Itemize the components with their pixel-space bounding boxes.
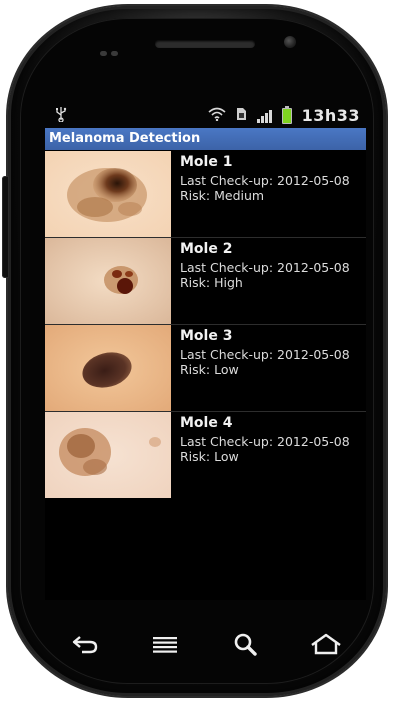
status-bar: 13h33 (45, 104, 366, 128)
mole-list: Mole 1 Last Check-up: 2012-05-08 Risk: M… (45, 151, 366, 498)
status-time: 13h33 (301, 106, 360, 125)
search-button[interactable] (224, 624, 268, 664)
mole-risk: Risk: Medium (180, 188, 265, 203)
home-icon (311, 633, 341, 655)
earpiece-speaker (155, 40, 255, 48)
mole-name: Mole 1 (180, 154, 233, 170)
mole-list-item-4[interactable]: Mole 4 Last Check-up: 2012-05-08 Risk: L… (45, 412, 366, 498)
mole-checkup: Last Check-up: 2012-05-08 (180, 260, 350, 275)
mole-name: Mole 3 (180, 328, 233, 344)
mole-checkup: Last Check-up: 2012-05-08 (180, 347, 350, 362)
mole-name: Mole 4 (180, 415, 233, 431)
menu-button[interactable] (143, 624, 187, 664)
mole-checkup: Last Check-up: 2012-05-08 (180, 173, 350, 188)
volume-button (2, 176, 9, 278)
mole-list-item-1[interactable]: Mole 1 Last Check-up: 2012-05-08 Risk: M… (45, 151, 366, 238)
home-button[interactable] (304, 624, 348, 664)
menu-icon (153, 637, 178, 653)
mole-2-photo (45, 238, 171, 324)
mole-risk: Risk: Low (180, 362, 239, 377)
mole-name: Mole 2 (180, 241, 233, 257)
mole-4-photo (45, 412, 171, 498)
mole-1-info: Mole 1 Last Check-up: 2012-05-08 Risk: M… (180, 154, 350, 203)
mole-risk: Risk: Low (180, 449, 239, 464)
battery-icon (281, 105, 292, 124)
mole-3-info: Mole 3 Last Check-up: 2012-05-08 Risk: L… (180, 328, 350, 377)
app-title: Melanoma Detection (45, 128, 366, 150)
sim-icon (236, 107, 247, 125)
signal-icon (256, 109, 272, 123)
back-icon (72, 636, 98, 654)
front-camera (284, 36, 296, 48)
mole-checkup: Last Check-up: 2012-05-08 (180, 434, 350, 449)
mole-2-info: Mole 2 Last Check-up: 2012-05-08 Risk: H… (180, 241, 350, 290)
proximity-sensor (100, 41, 122, 60)
mole-3-photo (45, 325, 171, 411)
back-button[interactable] (63, 624, 107, 664)
wifi-icon (208, 107, 226, 125)
usb-icon (55, 106, 67, 126)
app-screen: Melanoma Detection Mole 1 Last Check-up:… (45, 128, 366, 600)
mole-list-item-3[interactable]: Mole 3 Last Check-up: 2012-05-08 Risk: L… (45, 325, 366, 412)
mole-risk: Risk: High (180, 275, 243, 290)
navigation-bar (45, 622, 366, 666)
mole-4-info: Mole 4 Last Check-up: 2012-05-08 Risk: L… (180, 415, 350, 464)
mole-list-item-2[interactable]: Mole 2 Last Check-up: 2012-05-08 Risk: H… (45, 238, 366, 325)
search-icon (234, 633, 257, 656)
mole-1-photo (45, 151, 171, 237)
